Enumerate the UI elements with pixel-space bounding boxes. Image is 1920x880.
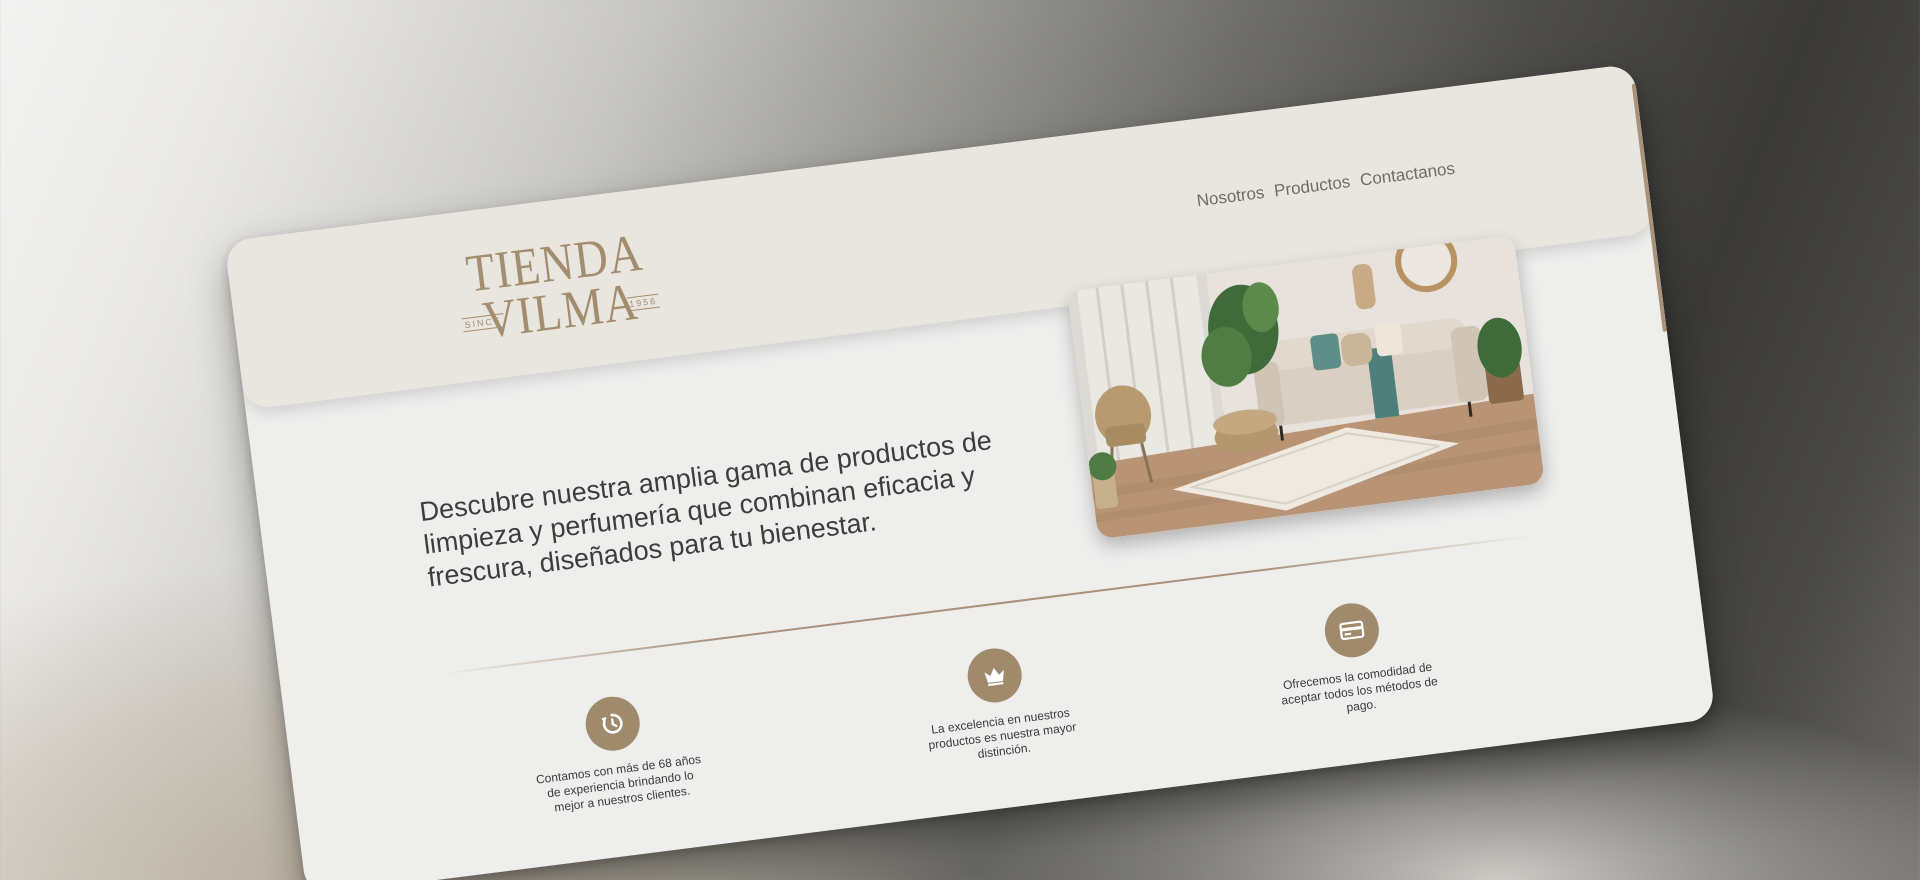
brand-logo[interactable]: TIENDA SINCE VILMA 1956: [457, 223, 660, 352]
feature-payment: Ofrecemos la comodidad de aceptar todos …: [1264, 593, 1447, 724]
history-icon: [582, 693, 643, 754]
feature-excellence-text: La excelencia en nuestros productos es n…: [927, 705, 1078, 762]
crown-icon: [964, 645, 1025, 706]
nav-link-contactanos[interactable]: Contactanos: [1359, 159, 1456, 191]
feature-payment-text: Ofrecemos la comodidad de aceptar todos …: [1280, 659, 1439, 715]
credit-card-icon: [1321, 600, 1383, 661]
feature-experience-text: Contamos con más de 68 años de experienc…: [535, 751, 702, 815]
nav-link-productos[interactable]: Productos: [1273, 172, 1351, 201]
main-nav: Nosotros Productos Contactanos: [1196, 159, 1456, 211]
website-mockup-card: TIENDA SINCE VILMA 1956 Nosotros Product…: [224, 63, 1716, 880]
feature-experience: Contamos con más de 68 años de experienc…: [525, 686, 708, 817]
feature-excellence: La excelencia en nuestros productos es n…: [907, 638, 1090, 769]
logo-year: 1956: [626, 293, 660, 312]
hero-description: Descubre nuestra amplia gama de producto…: [417, 425, 994, 593]
nav-link-nosotros[interactable]: Nosotros: [1196, 183, 1266, 211]
